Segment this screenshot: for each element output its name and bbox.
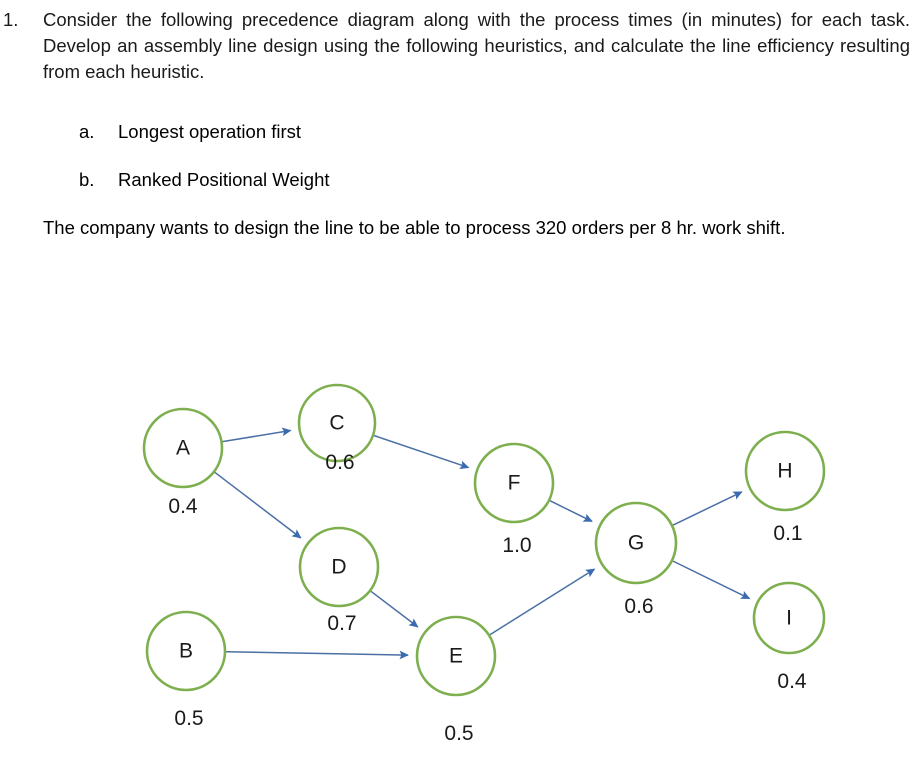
node-i-circle bbox=[752, 581, 826, 655]
node-b-time: 0.5 bbox=[174, 707, 203, 730]
node-i: I 0.4 bbox=[752, 581, 826, 693]
subitem-b-marker: b. bbox=[79, 169, 95, 190]
node-f-time: 1.0 bbox=[502, 534, 531, 557]
node-f-label: F bbox=[508, 472, 521, 495]
diagram-edges bbox=[214, 427, 751, 660]
node-a-time: 0.4 bbox=[168, 495, 198, 518]
node-h-circle bbox=[744, 430, 826, 512]
edge-g-to-h bbox=[672, 491, 743, 526]
edge-b-to-e bbox=[225, 650, 409, 660]
edge-f-to-g bbox=[549, 500, 593, 523]
node-e: E 0.5 bbox=[415, 615, 497, 745]
subitem-b-label: Ranked Positional Weight bbox=[118, 169, 330, 190]
node-c-time: 0.6 bbox=[325, 451, 354, 474]
question-number: 1. bbox=[3, 9, 19, 30]
edge-d-to-e bbox=[370, 590, 419, 628]
subitem-a-label: Longest operation first bbox=[118, 121, 302, 142]
edge-a-to-d bbox=[214, 471, 302, 539]
subitem-a-marker: a. bbox=[79, 121, 95, 142]
node-d-time: 0.7 bbox=[327, 612, 356, 635]
node-f: F 1.0 bbox=[473, 442, 555, 557]
precedence-diagram-svg: A 0.4 B 0.5 C 0.6 D 0.7 E 0.5 F 1.0 G 0.6 H 0.1 I 0.4 bbox=[142, 383, 826, 745]
node-e-time: 0.5 bbox=[444, 722, 473, 745]
node-a: A 0.4 bbox=[142, 407, 224, 518]
node-b-label: B bbox=[179, 640, 193, 663]
node-h-label: H bbox=[777, 460, 792, 483]
node-d-circle bbox=[298, 526, 380, 608]
node-b: B 0.5 bbox=[145, 610, 227, 730]
node-i-time: 0.4 bbox=[777, 670, 807, 693]
question-1: 1. Consider the following precedence dia… bbox=[0, 7, 918, 85]
edge-g-to-i bbox=[672, 560, 751, 600]
question-text: Consider the following precedence diagra… bbox=[43, 9, 910, 82]
node-i-label: I bbox=[786, 607, 792, 630]
node-d-label: D bbox=[331, 556, 346, 579]
node-c-label: C bbox=[329, 412, 344, 435]
node-g-time: 0.6 bbox=[624, 595, 653, 618]
node-c: C 0.6 bbox=[297, 383, 377, 474]
node-f-circle bbox=[473, 442, 555, 524]
edge-e-to-g bbox=[489, 568, 596, 636]
diagram-nodes: A 0.4 B 0.5 C 0.6 D 0.7 E 0.5 F 1.0 G 0.6 H 0.1 I 0.4 bbox=[142, 383, 826, 745]
node-c-circle bbox=[297, 383, 377, 463]
node-b-circle bbox=[145, 610, 227, 692]
edge-c-to-f bbox=[373, 434, 470, 470]
node-g-label: G bbox=[628, 532, 644, 555]
node-a-label: A bbox=[176, 437, 190, 460]
node-h: H 0.1 bbox=[744, 430, 826, 545]
question-closing-text: The company wants to design the line to … bbox=[43, 217, 786, 238]
node-e-label: E bbox=[449, 645, 463, 668]
node-e-circle bbox=[415, 615, 497, 697]
node-a-circle bbox=[142, 407, 224, 489]
edge-a-to-c bbox=[222, 427, 292, 443]
node-g-circle bbox=[594, 501, 678, 585]
node-h-time: 0.1 bbox=[773, 522, 802, 545]
node-g: G 0.6 bbox=[594, 501, 678, 618]
node-d: D 0.7 bbox=[298, 526, 380, 635]
precedence-diagram: A 0.4 B 0.5 C 0.6 D 0.7 E 0.5 F 1.0 G 0.6 H 0.1 I 0.4 bbox=[0, 0, 918, 758]
